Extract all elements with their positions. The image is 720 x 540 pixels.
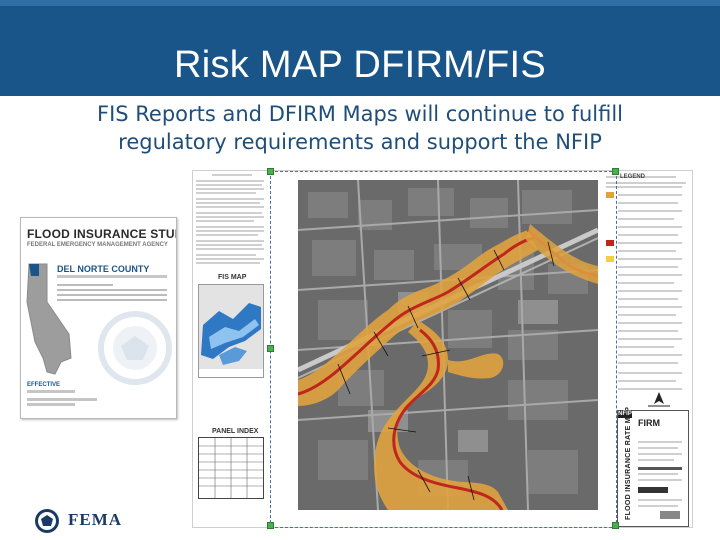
note-line: [196, 254, 256, 256]
note-line: [196, 258, 264, 260]
legend-line: [618, 322, 682, 324]
fis-community-row: [57, 294, 167, 296]
dhs-seal-watermark: [98, 311, 172, 385]
selection-handle[interactable]: [267, 345, 274, 352]
legend-line: [618, 388, 682, 390]
fis-study-number: [27, 403, 75, 406]
notes-heading: [212, 174, 252, 176]
note-line: [196, 234, 258, 236]
selection-handle[interactable]: [612, 522, 619, 529]
note-line: [196, 216, 264, 218]
note-line: [196, 244, 262, 246]
legend-line: [618, 266, 678, 268]
legend-heading: LEGEND: [620, 174, 646, 180]
legend-line: [618, 330, 678, 332]
legend-line: [618, 282, 674, 284]
fis-community-row: [57, 299, 167, 301]
fis-report-title: FLOOD INSURANCE STUDY: [27, 227, 177, 241]
legend-line: [618, 306, 682, 308]
fis-community-row: [57, 284, 113, 286]
fis-study-number: [27, 398, 97, 401]
legend-line: [618, 362, 678, 364]
note-line: [196, 212, 262, 214]
legend-line: [618, 210, 682, 212]
selection-handle[interactable]: [612, 168, 619, 175]
fis-community-row: [57, 289, 167, 291]
note-line: [196, 240, 264, 242]
legend-line: [618, 372, 682, 374]
note-line: [196, 202, 260, 204]
legend-line: [618, 314, 676, 316]
legend-line: [606, 182, 686, 184]
slide-title: Risk MAP DFIRM/FIS: [173, 44, 547, 86]
index-map-label: FIS MAP: [218, 274, 247, 281]
index-map-graphic: [199, 285, 263, 377]
panel-index-table: [199, 438, 263, 498]
fis-county-underline: [57, 275, 167, 278]
note-line: [196, 248, 264, 250]
note-line: [196, 192, 256, 194]
legend-line: [618, 234, 678, 236]
selection-handle[interactable]: [267, 168, 274, 175]
legend-line: [618, 250, 676, 252]
title-banner-strip: [0, 0, 720, 6]
legend-line: [618, 354, 682, 356]
note-line: [196, 188, 264, 190]
legend-line: [618, 274, 682, 276]
note-line: [196, 230, 264, 232]
index-map: [198, 284, 264, 378]
legend-line: [618, 242, 682, 244]
note-line: [196, 262, 260, 264]
fis-report-cover: FLOOD INSURANCE STUDY FEDERAL EMERGENCY …: [20, 217, 177, 419]
legend-line: [618, 194, 682, 196]
selection-frame: [270, 171, 617, 528]
firm-title-block-lines: [638, 441, 682, 519]
legend-line: [618, 290, 682, 292]
slide-subtitle: FIS Reports and DFIRM Maps will continue…: [30, 100, 690, 156]
note-line: [196, 184, 262, 186]
california-map-icon: [26, 263, 72, 375]
note-line: [196, 220, 254, 222]
legend-line: [618, 346, 674, 348]
fis-report-county: DEL NORTE COUNTY: [57, 264, 150, 274]
note-line: [196, 198, 264, 200]
legend-line: [618, 226, 682, 228]
firm-side-title: FLOOD INSURANCE RATE MAP: [625, 406, 632, 520]
panel-index-label: PANEL INDEX: [212, 428, 259, 435]
note-line: [196, 206, 264, 208]
legend-line: [618, 338, 682, 340]
nfip-tag: NFIP: [618, 410, 632, 418]
legend-line: [618, 298, 678, 300]
note-line: [196, 180, 264, 182]
fis-effective-date: [27, 390, 75, 393]
subtitle-line-2: regulatory requirements and support the …: [118, 130, 602, 154]
fema-logo-text: FEMA: [68, 510, 123, 529]
legend-line: [618, 218, 674, 220]
legend-line: [618, 258, 682, 260]
panel-index-grid: [198, 437, 264, 499]
fis-report-agency: FEDERAL EMERGENCY MANAGEMENT AGENCY: [27, 242, 168, 248]
selection-handle[interactable]: [267, 522, 274, 529]
firm-title: FIRM: [638, 418, 660, 428]
fis-effective-label: EFFECTIVE: [27, 382, 61, 388]
legend-line: [618, 202, 678, 204]
note-line: [196, 226, 264, 228]
subtitle-line-1: FIS Reports and DFIRM Maps will continue…: [97, 102, 623, 126]
legend-line: [618, 380, 676, 382]
map-notes-column: [196, 172, 266, 272]
north-arrow-icon: [648, 392, 670, 407]
legend-line: [606, 186, 682, 188]
